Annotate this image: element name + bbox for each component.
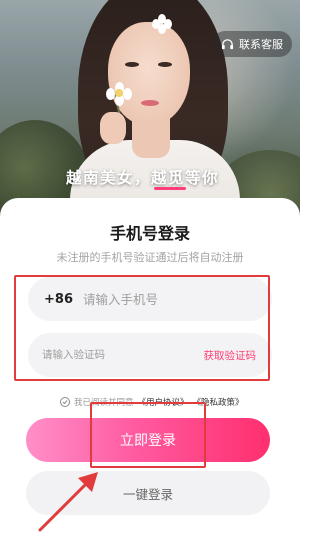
agreement-text: 我已阅读并同意: [74, 398, 134, 408]
login-button-label: 立即登录: [120, 433, 176, 449]
portrait-eye-right: [158, 62, 172, 67]
verification-code-input[interactable]: [42, 349, 204, 361]
page-subtitle: 未注册的手机号验证通过后将自动注册: [56, 251, 244, 264]
page-title: 手机号登录: [109, 224, 190, 243]
one-click-login-label: 一键登录: [122, 486, 173, 502]
country-code[interactable]: +86: [44, 292, 73, 307]
headset-icon: [221, 38, 234, 49]
flower-icon: [106, 82, 132, 106]
check-icon: [62, 400, 68, 405]
agreement-checkbox[interactable]: [60, 397, 70, 407]
phone-input[interactable]: [82, 291, 272, 307]
hair-flower-icon: [152, 14, 172, 34]
slogan-underline: [154, 187, 186, 190]
contact-service-label: 联系客服: [239, 38, 283, 51]
privacy-policy-link[interactable]: 《隐私政策》: [193, 396, 244, 408]
hero-slogan: 越南美女，越觅等你: [66, 166, 256, 192]
get-code-button[interactable]: 获取验证码: [204, 348, 257, 363]
phone-field[interactable]: +86: [28, 277, 272, 321]
slogan-text: 越南美女，越觅等你: [66, 169, 220, 187]
portrait-face: [108, 22, 190, 126]
agreement-row: 我已阅读并同意 《用户协议》 《隐私政策》: [60, 395, 244, 409]
portrait-lips: [141, 100, 159, 106]
portrait-hand: [100, 112, 126, 144]
user-agreement-link[interactable]: 《用户协议》: [138, 396, 189, 408]
code-field[interactable]: 获取验证码: [28, 333, 272, 377]
one-click-login-button[interactable]: 一键登录: [26, 471, 270, 515]
portrait-eye-left: [125, 62, 139, 67]
login-button[interactable]: 立即登录: [26, 418, 270, 462]
contact-service-button[interactable]: 联系客服: [212, 31, 292, 57]
